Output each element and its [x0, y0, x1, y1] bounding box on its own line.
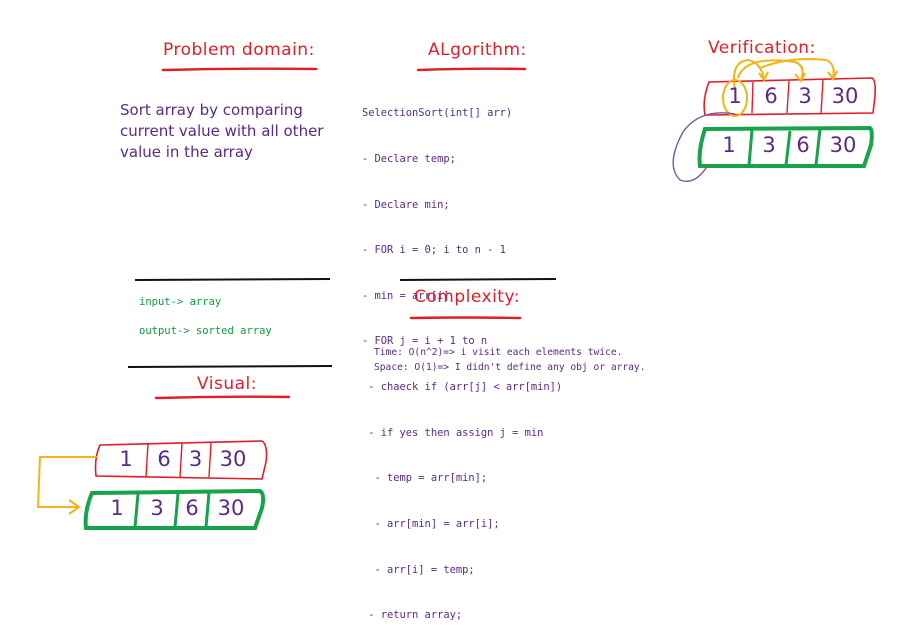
algorithm-line: - arr[i] = temp; [362, 563, 475, 576]
visual-before-cell: 3 [188, 447, 203, 471]
algorithm-line: - return array; [362, 609, 463, 622]
visual-before-cell: 1 [119, 447, 133, 471]
visual-after-divider [173, 493, 180, 528]
visual-before-divider [145, 443, 149, 478]
visual-before-divider [179, 442, 183, 478]
visual-drawing [36, 440, 268, 530]
visual-before-divider [208, 442, 212, 478]
visual-after-divider [133, 493, 140, 528]
visual-after-cell: 3 [150, 496, 164, 520]
visual-before-cell: 6 [157, 447, 171, 471]
visual-after-cell: 1 [110, 496, 124, 520]
visual-after-cell: 30 [217, 496, 245, 520]
visual-before-cell: 30 [219, 447, 247, 471]
visual-after-divider [204, 492, 211, 528]
visual-after-cell: 6 [185, 496, 199, 520]
